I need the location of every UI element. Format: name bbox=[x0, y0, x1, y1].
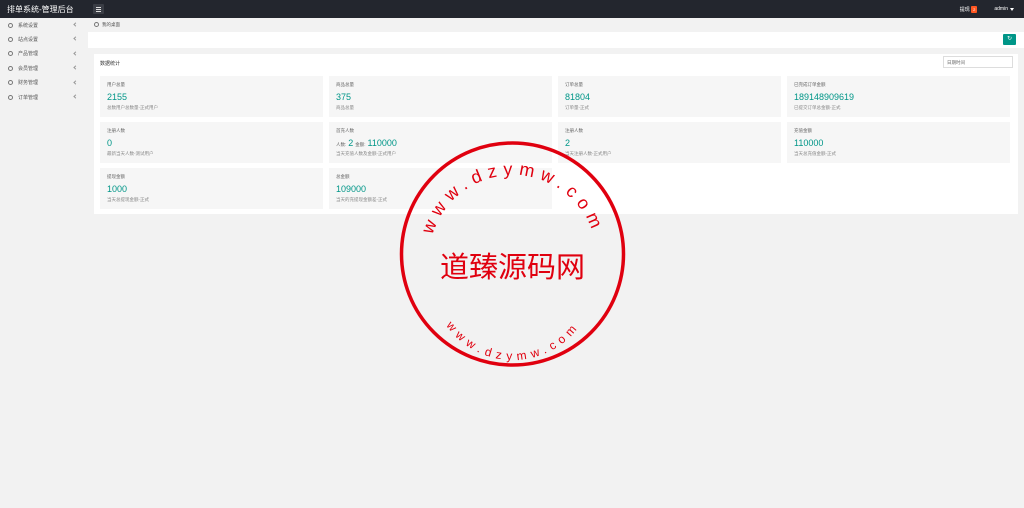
card-note: 总数用户总数量-正式用户 bbox=[107, 105, 158, 110]
chevron-left-icon bbox=[73, 36, 78, 42]
sidebar-item-label: 系统设置 bbox=[18, 22, 39, 29]
box-icon bbox=[8, 51, 13, 57]
card-note: 最新当天人数-测试用户 bbox=[107, 151, 154, 156]
chevron-left-icon bbox=[73, 22, 78, 27]
sidebar-item-label: 站点设置 bbox=[18, 37, 39, 44]
stat-card-total-amount: 总金额 109000 当天的充提现金额差-正式 bbox=[329, 168, 552, 209]
sidebar-item-system[interactable]: 系统设置 bbox=[0, 18, 88, 32]
gear-icon bbox=[8, 22, 13, 28]
card-value: 189148909619 bbox=[794, 92, 855, 102]
stat-card-completed-amount: 已完成订单金额 189148909619 已提交订单总金额-正式 bbox=[787, 76, 1010, 117]
tab-home[interactable]: 我的桌面 bbox=[102, 22, 120, 28]
card-note: 订单量-正式 bbox=[565, 105, 589, 110]
card-label: 首充人数 bbox=[336, 128, 354, 133]
sidebar-item-label: 财务管理 bbox=[18, 80, 39, 87]
card-value: 2 bbox=[348, 138, 354, 148]
sidebar-item-orders[interactable]: 订单管理 bbox=[0, 90, 88, 104]
card-value-mid: 金额: bbox=[355, 142, 366, 147]
top-navbar: 排单系统-管理后台 提现 2 admin bbox=[0, 0, 1024, 18]
date-input[interactable]: 日期时间 bbox=[943, 56, 1013, 68]
card-note: 商品总量 bbox=[336, 105, 354, 110]
stat-card-recharge-amount: 充值金额 110000 当天总充值金额-正式 bbox=[787, 122, 1010, 163]
user-icon bbox=[8, 65, 13, 71]
card-value-secondary: 110000 bbox=[367, 138, 397, 148]
stat-card-registrations: 注册人数 2 当天注册人数-正式用户 bbox=[558, 122, 781, 163]
user-menu[interactable]: admin bbox=[994, 6, 1014, 12]
card-label: 商品总量 bbox=[336, 82, 354, 87]
sidebar-item-label: 会员管理 bbox=[18, 65, 39, 72]
card-value: 109000 bbox=[336, 184, 367, 194]
card-value: 2 bbox=[565, 138, 571, 148]
card-label: 注册人数 bbox=[565, 128, 583, 133]
sidebar: 系统设置 站点设置 产品管理 会员管理 财务管理 订单管理 bbox=[0, 18, 88, 508]
user-name: admin bbox=[994, 6, 1008, 12]
money-icon bbox=[8, 80, 13, 86]
card-label: 提现金额 bbox=[107, 174, 125, 179]
chevron-down-icon bbox=[1010, 7, 1014, 11]
notice-link[interactable]: 提现 2 bbox=[959, 5, 978, 13]
card-label: 订单总量 bbox=[565, 82, 583, 87]
notice-label: 提现 bbox=[959, 6, 970, 13]
tab-bar: 我的桌面 bbox=[88, 18, 1024, 31]
chevron-left-icon bbox=[73, 94, 78, 99]
stat-card-orders: 订单总量 81804 订单量-正式 bbox=[558, 76, 781, 117]
stat-card-products: 商品总量 375 商品总量 bbox=[329, 76, 552, 117]
card-label: 已完成订单金额 bbox=[794, 82, 826, 87]
card-value: 81804 bbox=[565, 92, 591, 102]
toolbar: ↻ bbox=[88, 32, 1024, 48]
card-value-prefix: 人数: bbox=[336, 142, 347, 147]
panel-title: 数据统计 bbox=[100, 61, 121, 67]
home-icon bbox=[94, 22, 99, 27]
app-title: 排单系统-管理后台 bbox=[7, 4, 74, 14]
card-note: 当天总充值金额-正式 bbox=[794, 151, 836, 156]
card-note: 当天的充提现金额差-正式 bbox=[336, 197, 387, 202]
chevron-left-icon bbox=[73, 65, 78, 70]
sidebar-item-products[interactable]: 产品管理 bbox=[0, 47, 88, 61]
refresh-button[interactable]: ↻ bbox=[1003, 34, 1016, 45]
card-note: 当天充值人数及金额-正式用户 bbox=[336, 151, 396, 156]
card-note: 当天注册人数-正式用户 bbox=[565, 151, 612, 156]
refresh-icon bbox=[8, 37, 13, 43]
sidebar-item-members[interactable]: 会员管理 bbox=[0, 61, 88, 75]
card-value: 2155 bbox=[107, 92, 128, 102]
card-label: 总金额 bbox=[336, 174, 350, 179]
card-value: 0 bbox=[107, 138, 113, 148]
chevron-left-icon bbox=[73, 79, 78, 85]
card-value: 1000 bbox=[107, 184, 128, 194]
stat-card-withdraw-amount: 提现金额 1000 当天总提现金额-正式 bbox=[100, 168, 323, 209]
stat-card-users: 用户总量 2155 总数用户总数量-正式用户 bbox=[100, 76, 323, 117]
card-label: 用户总量 bbox=[107, 82, 125, 87]
stats-panel: 数据统计 日期时间 用户总量 2155 总数用户总数量-正式用户 商品总量 37… bbox=[94, 54, 1018, 214]
notice-badge: 2 bbox=[971, 5, 978, 13]
chevron-left-icon bbox=[73, 51, 78, 56]
main-content: 我的桌面 ↻ 数据统计 日期时间 用户总量 2155 总数用户总数量-正式用户 … bbox=[88, 18, 1024, 508]
card-label: 注册人数 bbox=[107, 128, 125, 133]
card-note: 已提交订单总金额-正式 bbox=[794, 105, 841, 110]
menu-toggle-icon[interactable] bbox=[93, 4, 104, 14]
sidebar-item-finance[interactable]: 财务管理 bbox=[0, 76, 88, 90]
card-value-row: 人数: 2 金额: 110000 bbox=[336, 138, 545, 149]
card-note: 当天总提现金额-正式 bbox=[107, 197, 149, 202]
stat-card-first-recharge: 首充人数 人数: 2 金额: 110000 当天充值人数及金额-正式用户 bbox=[329, 122, 552, 163]
card-value: 375 bbox=[336, 92, 352, 102]
topbar-right: 提现 2 admin bbox=[960, 0, 1014, 18]
card-value: 110000 bbox=[794, 138, 824, 148]
sidebar-item-site[interactable]: 站点设置 bbox=[0, 32, 88, 46]
card-label: 充值金额 bbox=[794, 128, 812, 133]
stat-card-registrations-test: 注册人数 0 最新当天人数-测试用户 bbox=[100, 122, 323, 163]
sidebar-item-label: 订单管理 bbox=[18, 94, 39, 101]
sidebar-item-label: 产品管理 bbox=[18, 51, 39, 58]
cart-icon bbox=[8, 94, 13, 100]
